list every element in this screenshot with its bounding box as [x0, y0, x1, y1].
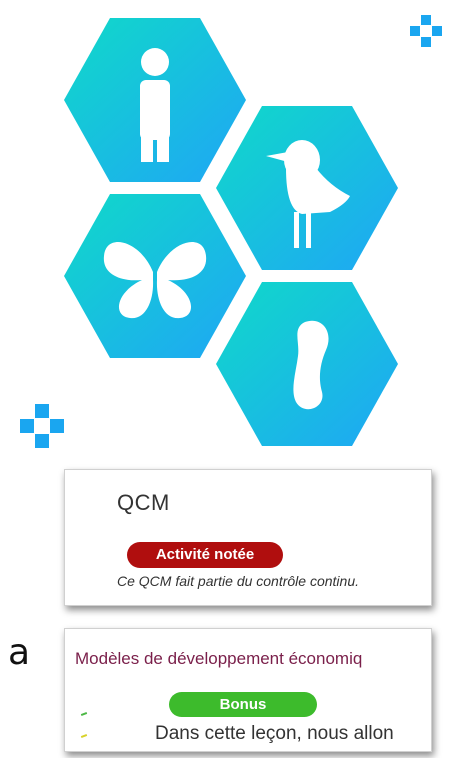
side-label: a [8, 632, 31, 673]
plus-decoration-bottom [20, 404, 64, 448]
hex-bird [216, 106, 398, 270]
bonus-lesson-title: Modèles de développement économiq [75, 649, 363, 668]
qcm-title: QCM [117, 490, 170, 515]
graded-activity-badge: Activité notée [127, 542, 283, 568]
hexagon-illustration [64, 18, 398, 446]
qcm-activity-card[interactable]: QCM Activité notée Ce QCM fait partie du… [64, 469, 432, 606]
hex-butterfly [64, 194, 246, 358]
bonus-lesson-card[interactable]: Modèles de développement économiq Bonus … [64, 628, 432, 752]
decoration-tick-yellow [80, 734, 88, 738]
decoration-tick-green [80, 712, 88, 716]
bonus-badge: Bonus [169, 692, 317, 717]
qcm-description: Ce QCM fait partie du contrôle continu. [117, 573, 360, 589]
hex-footprint [216, 282, 398, 446]
hex-person [64, 18, 246, 182]
plus-decoration-top [410, 15, 442, 47]
bonus-lesson-description: Dans cette leçon, nous allon [155, 723, 394, 743]
